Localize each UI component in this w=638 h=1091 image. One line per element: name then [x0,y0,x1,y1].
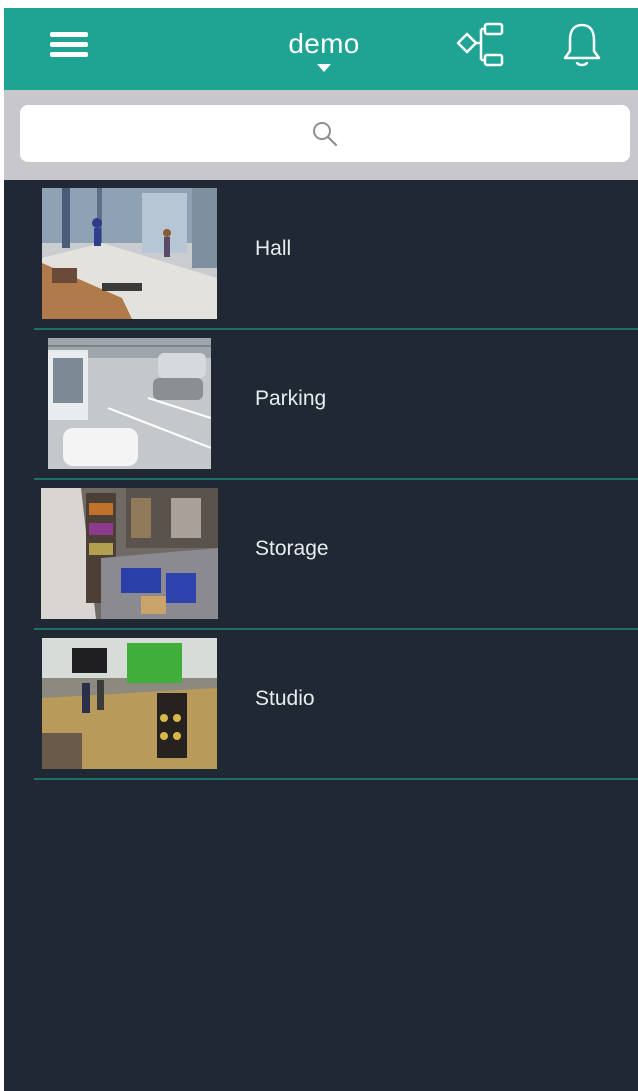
row-divider [34,778,638,780]
camera-row-hall[interactable]: Hall [4,180,638,330]
search-input[interactable] [20,105,630,162]
camera-name: Studio [255,687,315,710]
notifications-button[interactable] [554,18,610,72]
menu-button[interactable] [44,22,94,66]
page-title: demo [288,28,360,59]
server-selector[interactable]: demo [254,26,394,82]
camera-thumbnail[interactable] [42,188,217,319]
camera-row-parking[interactable]: Parking [4,330,638,480]
hierarchy-button[interactable] [452,18,508,72]
search-box[interactable] [20,105,630,162]
camera-row-studio[interactable]: Studio [4,630,638,780]
camera-row-storage[interactable]: Storage [4,480,638,630]
search-bar [4,90,638,180]
top-bar: demo [4,8,638,90]
camera-thumbnail[interactable] [41,488,218,619]
camera-thumbnail[interactable] [42,638,217,769]
camera-name: Hall [255,237,292,260]
bell-icon [563,23,601,67]
camera-thumbnail[interactable] [48,338,211,469]
camera-name: Parking [255,387,327,410]
app-screen: demo Hall Parking Storage Studio [4,8,638,1091]
hamburger-menu-icon [50,27,88,62]
caret-down-icon [317,64,331,72]
camera-name: Storage [255,537,329,560]
hierarchy-tree-icon [456,22,504,67]
camera-list: Hall Parking Storage Studio [4,180,638,780]
